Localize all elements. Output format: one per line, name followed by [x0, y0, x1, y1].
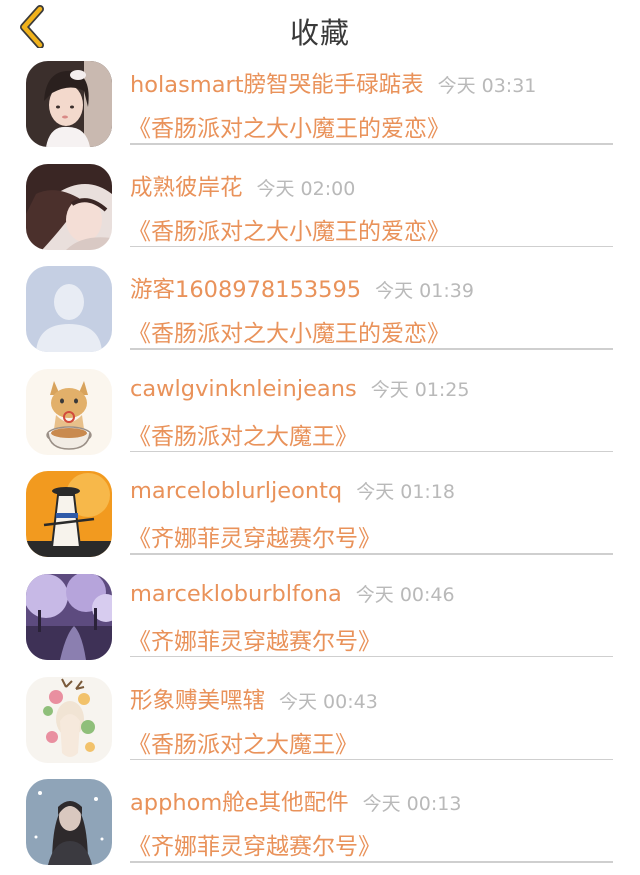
user-name[interactable]: marcekloburblfona: [130, 581, 342, 607]
book-title[interactable]: 《香肠派对之大小魔王的爱恋》: [128, 212, 450, 246]
user-avatar[interactable]: [26, 573, 112, 660]
list-item[interactable]: apphom舱e其他配件 今天 00:13 《齐娜菲灵穿越赛尔号》: [0, 772, 640, 875]
book-title[interactable]: 《齐娜菲灵穿越赛尔号》: [128, 622, 381, 656]
page-title: 收藏: [289, 16, 350, 50]
samurai-avatar: [26, 471, 112, 558]
user-avatar[interactable]: [26, 779, 112, 866]
user-avatar[interactable]: [26, 61, 112, 147]
list-item[interactable]: marceloblurljeontq 今天 01:18 《齐娜菲灵穿越赛尔号》: [0, 464, 640, 567]
cat-teacup-avatar: [26, 368, 112, 455]
timestamp: 今天 03:31: [437, 75, 537, 97]
book-title[interactable]: 《香肠派对之大小魔王的爱恋》: [128, 314, 450, 348]
divider: [130, 245, 613, 248]
timestamp: 今天 00:43: [279, 690, 378, 713]
timestamp: 今天 01:39: [375, 280, 474, 303]
user-name[interactable]: 形象赙美嘿辖: [130, 688, 265, 714]
list-item[interactable]: 形象赙美嘿辖 今天 00:43 《香肠派对之大魔王》: [0, 670, 640, 773]
girl-portrait-avatar: [26, 61, 112, 147]
timestamp: 今天 02:00: [256, 177, 356, 200]
user-avatar[interactable]: [26, 676, 112, 763]
header-bar: 收藏: [0, 0, 640, 54]
book-title[interactable]: 《香肠派对之大小魔王的爱恋》: [128, 109, 450, 143]
user-name[interactable]: cawlgvinknleinjeans: [130, 376, 357, 402]
list-item[interactable]: marcekloburblfona 今天 00:46 《齐娜菲灵穿越赛尔号》: [0, 567, 640, 670]
list-item[interactable]: 游客1608978153595 今天 01:39 《香肠派对之大小魔王的爱恋》: [0, 259, 640, 362]
user-name[interactable]: marceloblurljeontq: [130, 478, 342, 504]
divider: [130, 861, 613, 863]
divider: [130, 655, 613, 658]
default-user-avatar: [26, 266, 112, 353]
user-name[interactable]: apphom舱e其他配件: [130, 790, 349, 816]
favorites-list: holasmart膀智哭能手碌踮表 今天 03:31 《香肠派对之大小魔王的爱恋》…: [0, 54, 640, 875]
timestamp: 今天 01:18: [356, 481, 456, 504]
purple-trees-avatar: [26, 573, 112, 660]
user-avatar[interactable]: [26, 266, 112, 353]
user-name[interactable]: 成熟彼岸花: [130, 175, 243, 201]
book-title[interactable]: 《齐娜菲灵穿越赛尔号》: [128, 827, 381, 861]
user-avatar[interactable]: [26, 163, 112, 250]
divider: [130, 758, 613, 761]
list-item[interactable]: 成熟彼岸花 今天 02:00 《香肠派对之大小魔王的爱恋》: [0, 157, 640, 260]
book-title[interactable]: 《香肠派对之大魔王》: [128, 725, 358, 759]
divider: [130, 143, 613, 145]
timestamp: 今天 00:46: [355, 583, 455, 606]
deer-flowers-avatar: [26, 676, 112, 763]
user-avatar[interactable]: [26, 471, 112, 558]
timestamp: 今天 00:13: [362, 793, 462, 816]
girl-hair-avatar: [26, 163, 112, 250]
user-avatar[interactable]: [26, 368, 112, 455]
book-title[interactable]: 《齐娜菲灵穿越赛尔号》: [128, 519, 381, 553]
timestamp: 今天 01:25: [370, 378, 470, 401]
divider: [130, 348, 613, 350]
user-name[interactable]: holasmart膀智哭能手碌踮表: [130, 72, 424, 98]
list-item[interactable]: holasmart膀智哭能手碌踮表 今天 03:31 《香肠派对之大小魔王的爱恋》: [0, 54, 640, 157]
divider: [130, 553, 613, 555]
divider: [130, 450, 613, 453]
book-title[interactable]: 《香肠派对之大魔王》: [128, 417, 358, 451]
winter-girl-avatar: [26, 779, 112, 866]
list-item[interactable]: cawlgvinknleinjeans 今天 01:25 《香肠派对之大魔王》: [0, 362, 640, 465]
user-name[interactable]: 游客1608978153595: [130, 277, 361, 303]
